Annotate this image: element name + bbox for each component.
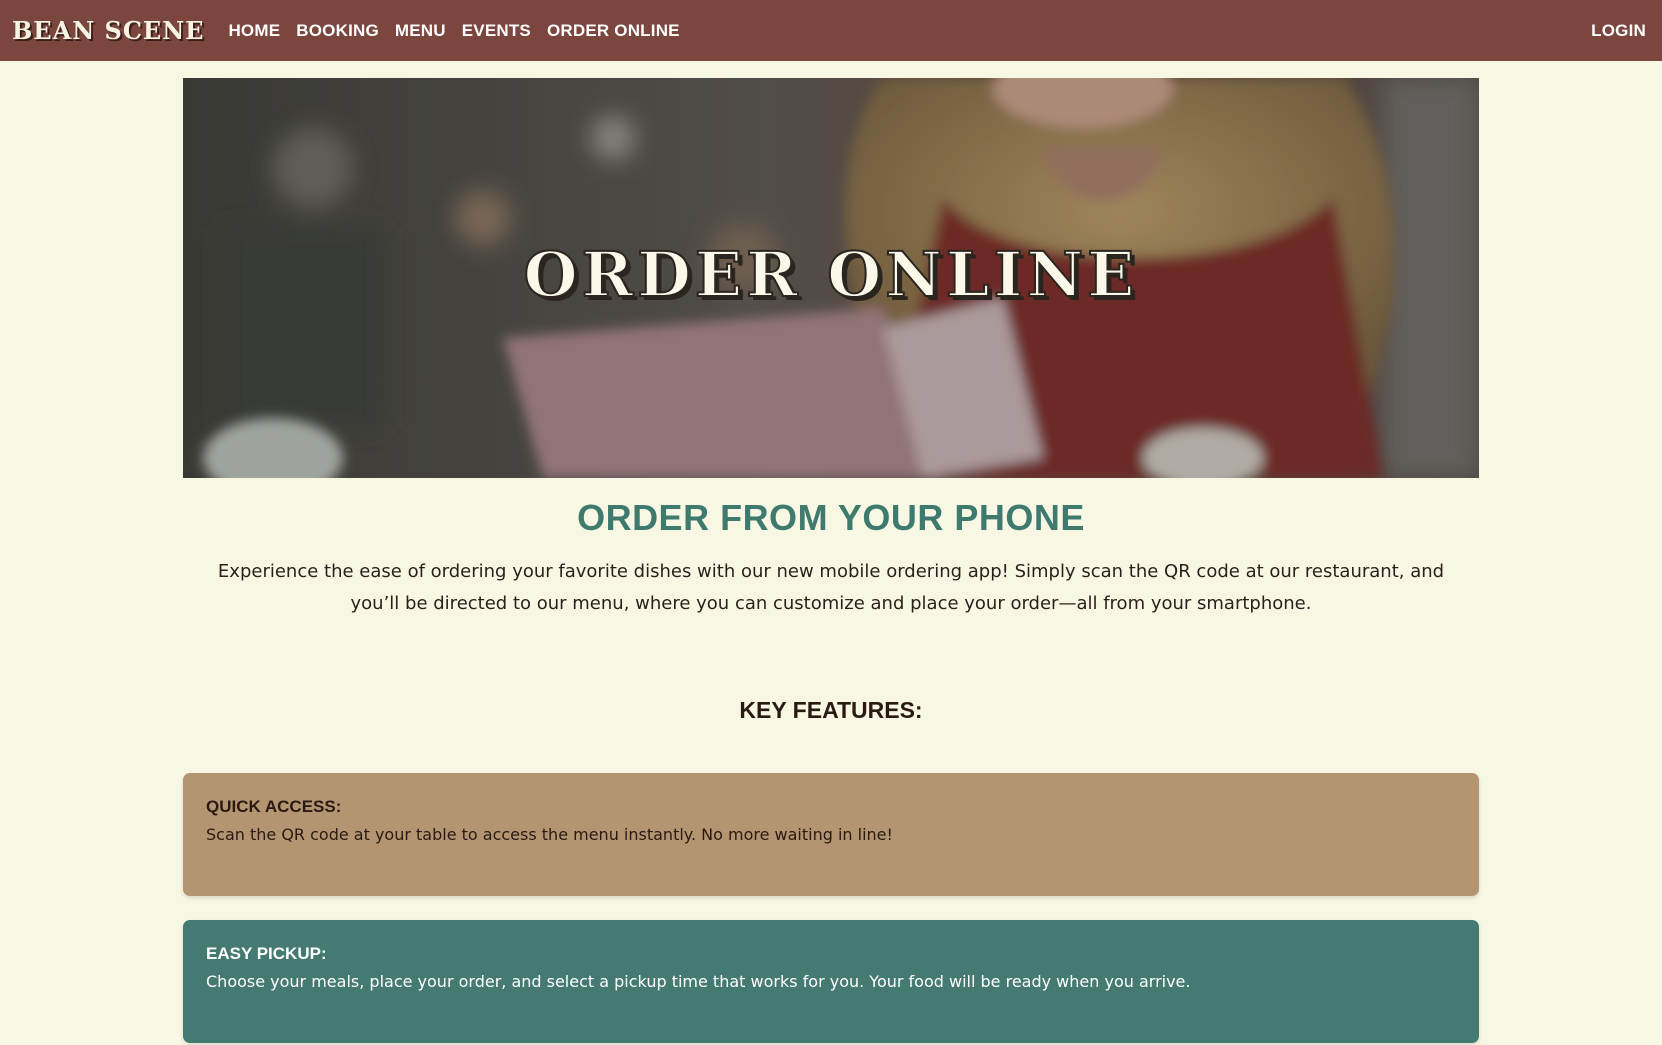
hero-title: ORDER ONLINE	[523, 237, 1139, 312]
feature-card-text: Scan the QR code at your table to access…	[206, 825, 893, 844]
nav-events-link[interactable]: EVENTS	[462, 21, 531, 41]
nav-order-online-link[interactable]: ORDER ONLINE	[547, 21, 680, 41]
hero-banner: ORDER ONLINE	[183, 78, 1479, 478]
brand-logo[interactable]: BEAN SCENE	[12, 16, 204, 45]
feature-card-text: Choose your meals, place your order, and…	[206, 972, 1191, 991]
feature-card-title: QUICK ACCESS:	[206, 797, 342, 816]
nav-menu-link[interactable]: MENU	[395, 21, 446, 41]
section-title: ORDER FROM YOUR PHONE	[577, 497, 1085, 538]
nav-links: HOME BOOKING MENU EVENTS ORDER ONLINE	[228, 21, 679, 41]
key-features-heading: KEY FEATURES:	[739, 697, 923, 723]
intro-paragraph: Experience the ease of ordering your fav…	[217, 561, 1445, 614]
feature-card-title: EASY PICKUP:	[206, 944, 327, 963]
feature-card-quick-access: QUICK ACCESS: Scan the QR code at your t…	[183, 773, 1479, 896]
nav-home-link[interactable]: HOME	[228, 21, 280, 41]
top-navbar: BEAN SCENE HOME BOOKING MENU EVENTS ORDE…	[0, 0, 1662, 61]
nav-booking-link[interactable]: BOOKING	[296, 21, 379, 41]
feature-card-easy-pickup: EASY PICKUP: Choose your meals, place yo…	[183, 920, 1479, 1043]
login-link[interactable]: LOGIN	[1591, 21, 1650, 41]
